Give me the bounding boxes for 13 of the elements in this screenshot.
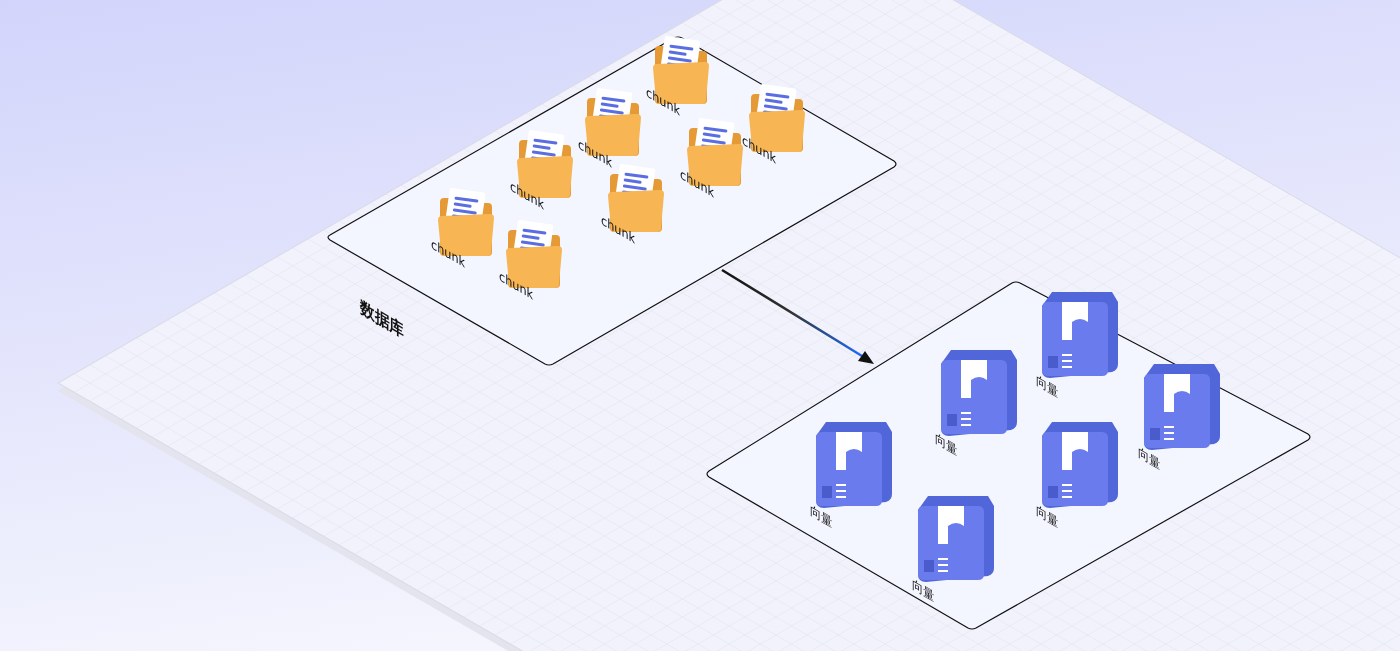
cube-icon	[941, 350, 1017, 436]
cube-icon	[816, 422, 892, 508]
vector-label: 向量	[810, 502, 833, 530]
cube-icon	[1042, 292, 1118, 378]
vector-label: 向量	[935, 430, 958, 458]
vector-label: 向量	[912, 576, 935, 604]
cube-icon	[1042, 422, 1118, 508]
vector-label: 向量	[1138, 444, 1161, 472]
database-label: 数据库	[360, 296, 405, 342]
vector-label: 向量	[1036, 502, 1059, 530]
cube-icon	[918, 496, 994, 582]
cube-icon	[1144, 364, 1220, 450]
vector-label: 向量	[1036, 372, 1059, 400]
